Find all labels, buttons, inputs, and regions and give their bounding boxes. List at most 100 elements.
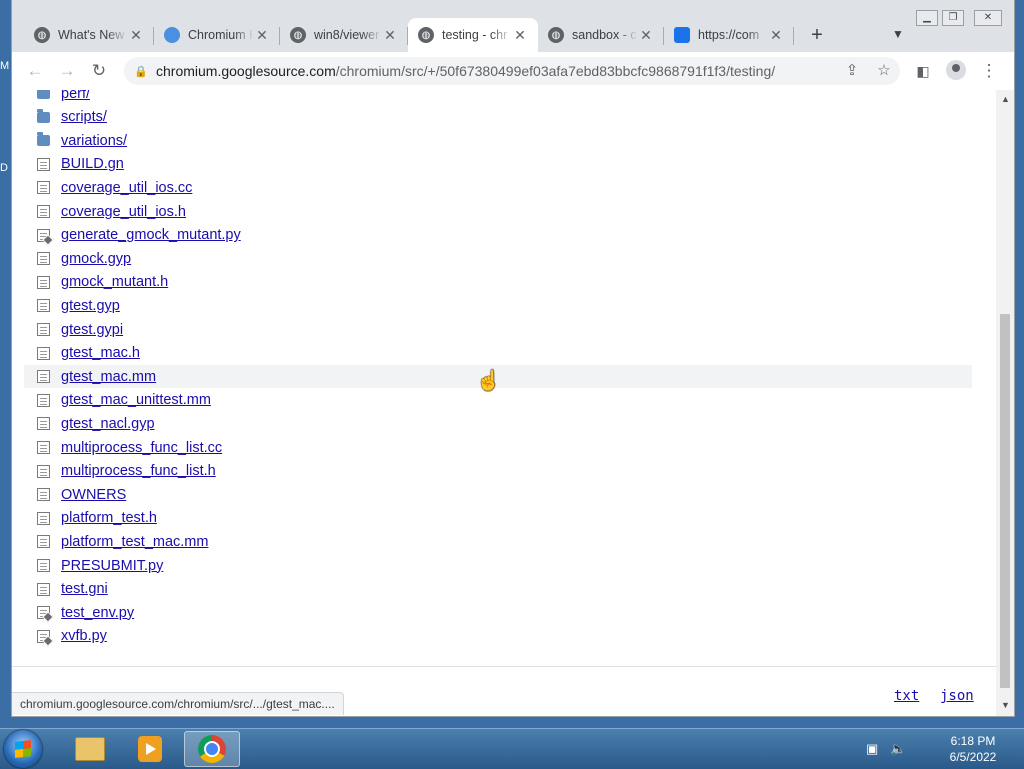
tab-win8-viewer[interactable]: ◍ win8/viewer ✕ — [280, 18, 408, 52]
scroll-down-arrow[interactable]: ▼ — [1001, 700, 1010, 710]
file-row[interactable]: test_env.py — [24, 601, 972, 624]
profile-avatar[interactable] — [946, 60, 966, 80]
file-link[interactable]: perf/ — [61, 90, 90, 102]
file-row[interactable]: multiprocess_func_list.cc — [24, 436, 972, 459]
tab-chromium[interactable]: Chromium H ✕ — [154, 18, 280, 52]
file-link[interactable]: test.gni — [61, 581, 108, 597]
txt-link[interactable]: txt — [894, 688, 919, 704]
tab-title: sandbox - c — [572, 28, 637, 42]
side-panel-icon[interactable]: ◧ — [912, 60, 934, 82]
chromium-icon — [164, 27, 180, 43]
chevron-down-icon[interactable]: ▼ — [892, 27, 904, 41]
file-row[interactable]: PRESUBMIT.py — [24, 554, 972, 577]
close-window-button[interactable]: ✕ — [974, 10, 1002, 26]
json-link[interactable]: json — [940, 688, 974, 704]
minimize-button[interactable]: ▁ — [916, 10, 938, 26]
file-row[interactable]: gtest.gypi — [24, 318, 972, 341]
file-row[interactable]: gtest_mac.h — [24, 342, 972, 365]
file-link[interactable]: gtest_mac_unittest.mm — [61, 392, 211, 408]
file-row[interactable]: scripts/ — [24, 106, 972, 129]
file-icon — [37, 488, 50, 502]
taskbar-explorer[interactable] — [62, 731, 118, 767]
file-icon — [37, 157, 50, 171]
close-icon[interactable]: ✕ — [128, 27, 144, 44]
close-icon[interactable]: ✕ — [638, 27, 654, 44]
share-icon[interactable]: ⇪ — [842, 61, 862, 79]
file-link[interactable]: coverage_util_ios.h — [61, 204, 186, 220]
close-icon[interactable]: ✕ — [382, 27, 398, 44]
file-link[interactable]: test_env.py — [61, 605, 134, 621]
file-row[interactable]: platform_test_mac.mm — [24, 530, 972, 553]
file-row[interactable]: gtest.gyp — [24, 294, 972, 317]
close-icon[interactable]: ✕ — [254, 27, 270, 44]
file-icon — [37, 511, 50, 525]
file-row[interactable]: multiprocess_func_list.h — [24, 460, 972, 483]
url-text[interactable]: chromium.googlesource.com/chromium/src/+… — [156, 63, 775, 79]
forward-button[interactable]: → — [56, 60, 78, 82]
tab-title: testing - chr — [442, 28, 508, 42]
file-icon — [37, 441, 50, 454]
close-icon[interactable]: ✕ — [768, 27, 784, 44]
file-link[interactable]: coverage_util_ios.cc — [61, 180, 192, 196]
file-row[interactable]: OWNERS — [24, 483, 972, 506]
file-link[interactable]: gtest_mac.mm — [61, 369, 156, 385]
file-icon — [37, 393, 50, 407]
new-tab-button[interactable]: + — [806, 24, 828, 46]
system-clock[interactable]: 6:18 PM 6/5/2022 — [936, 733, 1010, 765]
file-row[interactable]: gmock_mutant.h — [24, 271, 972, 294]
file-row[interactable]: variations/ — [24, 129, 972, 152]
file-link[interactable]: gtest.gypi — [61, 322, 123, 338]
file-link[interactable]: scripts/ — [61, 109, 107, 125]
file-icon — [37, 582, 50, 596]
network-icon[interactable]: ▣ — [866, 741, 878, 757]
address-bar[interactable]: 🔒 chromium.googlesource.com/chromium/src… — [124, 57, 900, 85]
file-row[interactable]: BUILD.gn — [24, 153, 972, 176]
volume-icon[interactable]: 🔈 — [890, 741, 906, 757]
file-link[interactable]: gmock.gyp — [61, 251, 131, 267]
tab-testing[interactable]: ◍ testing - chr ✕ — [408, 18, 538, 52]
taskbar-media-player[interactable] — [122, 731, 178, 767]
file-row[interactable]: generate_gmock_mutant.py — [24, 224, 972, 247]
file-link[interactable]: BUILD.gn — [61, 156, 124, 172]
scroll-thumb[interactable] — [1000, 314, 1010, 688]
file-row[interactable]: platform_test.h — [24, 507, 972, 530]
file-link[interactable]: OWNERS — [61, 487, 126, 503]
file-row[interactable]: coverage_util_ios.cc — [24, 176, 972, 199]
tab-sandbox[interactable]: ◍ sandbox - c ✕ — [538, 18, 664, 52]
file-link[interactable]: xvfb.py — [61, 628, 107, 644]
taskbar-chrome[interactable] — [184, 731, 240, 767]
file-link[interactable]: variations/ — [61, 133, 127, 149]
file-link[interactable]: multiprocess_func_list.cc — [61, 440, 222, 456]
file-icon — [37, 299, 50, 313]
file-link[interactable]: platform_test.h — [61, 510, 157, 526]
file-link[interactable]: gtest.gyp — [61, 298, 120, 314]
menu-icon[interactable]: ⋮ — [978, 60, 1000, 82]
file-row[interactable]: gtest_nacl.gyp — [24, 412, 972, 435]
file-link[interactable]: platform_test_mac.mm — [61, 534, 208, 550]
file-row[interactable]: xvfb.py — [24, 625, 972, 648]
file-icon — [37, 228, 50, 242]
file-row[interactable]: coverage_util_ios.h — [24, 200, 972, 223]
file-link[interactable]: gtest_nacl.gyp — [61, 416, 155, 432]
file-row[interactable]: gmock.gyp — [24, 247, 972, 270]
file-link[interactable]: multiprocess_func_list.h — [61, 463, 216, 479]
file-link[interactable]: PRESUBMIT.py — [61, 558, 163, 574]
maximize-button[interactable]: ❐ — [942, 10, 964, 26]
file-link[interactable]: gtest_mac.h — [61, 345, 140, 361]
file-row[interactable]: perf/ — [24, 90, 972, 105]
vertical-scrollbar[interactable]: ▲ ▼ — [996, 90, 1014, 716]
page-content: perf/scripts/variations/BUILD.gn coverage… — [12, 90, 996, 716]
desktop-edge-letter-m: M — [0, 60, 10, 72]
file-link[interactable]: gmock_mutant.h — [61, 274, 168, 290]
file-link[interactable]: generate_gmock_mutant.py — [61, 227, 241, 243]
start-button[interactable] — [4, 730, 42, 768]
tab-https-com[interactable]: https://com ✕ — [664, 18, 794, 52]
close-icon[interactable]: ✕ — [512, 27, 528, 44]
file-row[interactable]: test.gni — [24, 578, 972, 601]
star-icon[interactable]: ☆ — [874, 61, 894, 79]
back-button[interactable]: ← — [24, 60, 46, 82]
scroll-up-arrow[interactable]: ▲ — [1001, 94, 1010, 104]
folder-icon — [37, 90, 50, 99]
reload-button[interactable]: ↻ — [88, 60, 110, 82]
tab-whats-new[interactable]: ◍ What's New ✕ — [24, 18, 154, 52]
